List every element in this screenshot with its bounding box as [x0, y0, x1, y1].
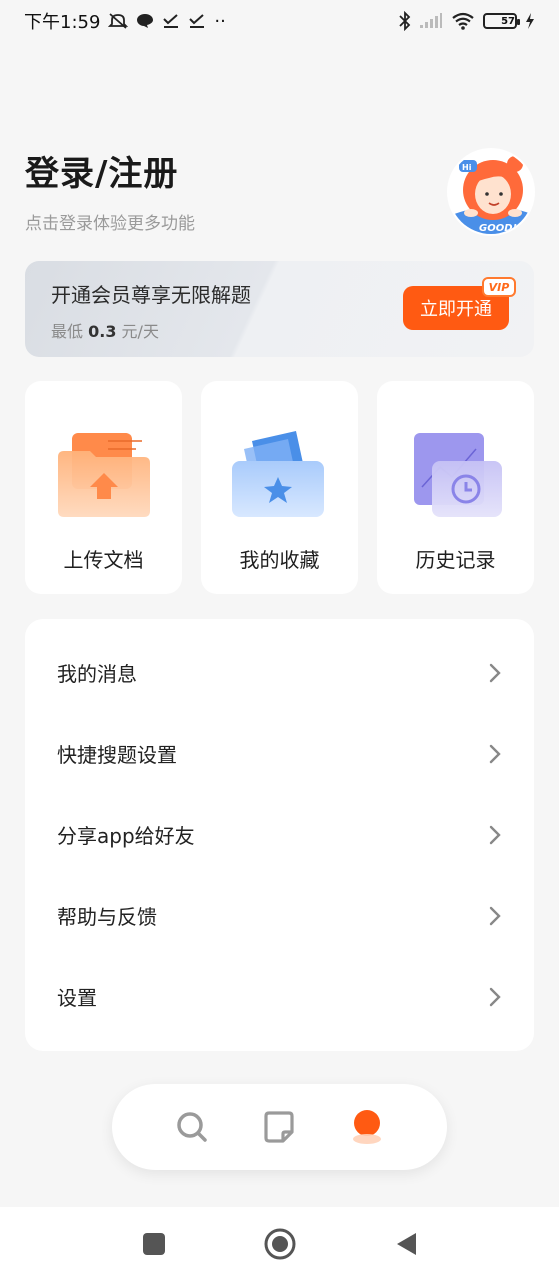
wifi-icon	[451, 12, 475, 30]
menu-item-help-feedback[interactable]: 帮助与反馈	[25, 875, 534, 956]
vip-price-prefix: 最低	[51, 322, 84, 341]
signal-icon	[419, 13, 443, 29]
menu-item-quick-search-settings[interactable]: 快捷搜题设置	[25, 713, 534, 794]
charging-bolt-icon	[525, 13, 535, 29]
tab-profile[interactable]	[347, 1107, 387, 1147]
home-circle-icon	[264, 1228, 295, 1259]
history-clock-icon	[406, 427, 506, 522]
vip-badge: VIP	[482, 277, 516, 297]
history-card[interactable]: 历史记录	[377, 381, 534, 594]
card-label: 上传文档	[63, 548, 144, 572]
battery-icon: 57	[483, 13, 520, 29]
profile-icon	[353, 1110, 382, 1144]
menu-item-settings[interactable]: 设置	[25, 956, 534, 1037]
upload-folder-icon	[54, 427, 154, 522]
status-time: 下午1:59	[24, 12, 101, 33]
quick-actions: 上传文档 我的收藏 历史记录	[25, 381, 534, 594]
favorites-card[interactable]: 我的收藏	[201, 381, 358, 594]
back-button[interactable]	[388, 1226, 424, 1262]
bluetooth-icon	[399, 11, 411, 31]
check-icon	[162, 13, 180, 29]
menu-item-label: 设置	[57, 986, 97, 1010]
menu-item-label: 分享app给好友	[57, 824, 195, 848]
svg-text:Hi: Hi	[462, 163, 472, 172]
menu-item-label: 快捷搜题设置	[57, 743, 177, 767]
system-navigation-bar	[0, 1207, 559, 1280]
favorites-star-icon	[230, 427, 330, 522]
chevron-right-icon	[489, 825, 501, 844]
home-button[interactable]	[262, 1226, 298, 1262]
avatar[interactable]: Hi GOOD!	[447, 148, 535, 236]
mute-icon	[108, 12, 129, 30]
menu-item-messages[interactable]: 我的消息	[25, 632, 534, 713]
chat-bubble-icon	[136, 13, 154, 29]
card-label: 历史记录	[415, 548, 496, 572]
card-label: 我的收藏	[239, 548, 320, 572]
notebook-icon	[264, 1111, 295, 1143]
chevron-right-icon	[489, 663, 501, 682]
chevron-right-icon	[489, 744, 501, 763]
back-triangle-icon	[396, 1232, 416, 1255]
more-notifications-dots: ··	[214, 10, 226, 32]
vip-price-unit: 元/天	[121, 322, 159, 341]
tab-search[interactable]	[172, 1107, 212, 1147]
upload-document-card[interactable]: 上传文档	[25, 381, 182, 594]
chevron-right-icon	[489, 906, 501, 925]
bottom-tab-bar	[112, 1084, 447, 1170]
menu-item-label: 帮助与反馈	[57, 905, 157, 929]
tab-notebook[interactable]	[259, 1107, 299, 1147]
square-icon	[142, 1232, 165, 1255]
menu-item-label: 我的消息	[57, 662, 137, 686]
recent-apps-button[interactable]	[136, 1226, 172, 1262]
battery-level: 57	[501, 15, 515, 27]
check-icon	[188, 13, 206, 29]
status-bar: 下午1:59 ·· 57	[0, 0, 559, 42]
vip-price-value: 0.3	[88, 322, 117, 341]
vip-banner[interactable]: 开通会员尊享无限解题 最低 0.3 元/天 立即开通 VIP	[25, 261, 534, 357]
chevron-right-icon	[489, 987, 501, 1006]
search-icon	[177, 1112, 207, 1142]
menu-item-share-app[interactable]: 分享app给好友	[25, 794, 534, 875]
login-header[interactable]: 登录/注册 点击登录体验更多功能 Hi GOOD!	[25, 146, 535, 242]
settings-menu: 我的消息 快捷搜题设置 分享app给好友 帮助与反馈 设置	[25, 619, 534, 1051]
